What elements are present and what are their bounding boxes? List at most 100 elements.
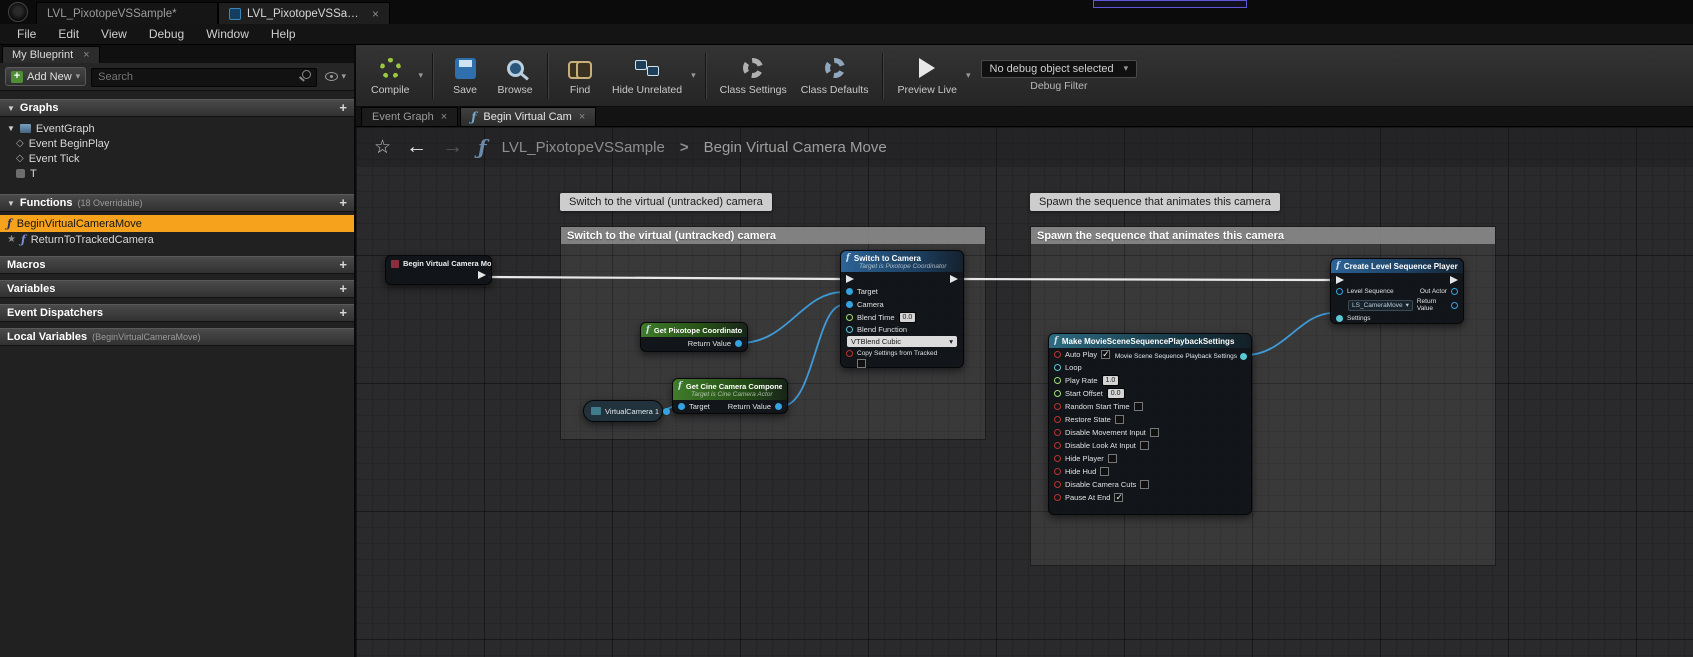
compile-options-caret[interactable]: ▾: [417, 70, 426, 81]
random-start-time-pin[interactable]: [1054, 403, 1061, 410]
add-variable-button[interactable]: +: [339, 284, 347, 294]
blend-time-field[interactable]: 0.0: [899, 312, 917, 323]
search-input[interactable]: [91, 68, 317, 87]
menu-view[interactable]: View: [90, 25, 138, 43]
start-offset-pin[interactable]: [1054, 390, 1061, 397]
target-pin[interactable]: [846, 288, 853, 295]
node-virtual-camera-variable[interactable]: VirtualCamera 1: [583, 400, 663, 422]
node-begin-virtual-camera-move[interactable]: Begin Virtual Camera Move: [385, 255, 492, 285]
compile-button[interactable]: Compile: [364, 48, 417, 104]
blend-function-pin[interactable]: [846, 326, 853, 333]
play-rate-pin[interactable]: [1054, 377, 1061, 384]
graph-canvas[interactable]: ☆ ← → ƒ LVL_PixotopeVSSample > Begin Vir…: [356, 127, 1693, 657]
tab-begin-virtual-camera-move[interactable]: ƒ Begin Virtual Cam ×: [460, 107, 596, 126]
add-new-button[interactable]: + Add New ▾: [5, 67, 86, 86]
class-settings-button[interactable]: Class Settings: [713, 48, 794, 104]
exec-out-pin[interactable]: [950, 275, 958, 283]
window-tab-level[interactable]: LVL_PixotopeVSSample*: [36, 2, 218, 24]
menu-debug[interactable]: Debug: [138, 25, 195, 43]
hide-unrelated-button[interactable]: Hide Unrelated: [605, 48, 689, 104]
settings-pin[interactable]: [1336, 315, 1343, 322]
hide-hud-checkbox[interactable]: [1100, 467, 1109, 476]
exec-in-pin[interactable]: [1336, 276, 1344, 284]
camera-pin[interactable]: [846, 301, 853, 308]
sidebar-item-event-tick[interactable]: ◇ Event Tick: [0, 151, 354, 166]
sidebar-item-event-t[interactable]: T: [0, 166, 354, 181]
comment-box-header[interactable]: Spawn the sequence that animates this ca…: [1031, 227, 1495, 244]
tab-my-blueprint[interactable]: My Blueprint ×: [2, 46, 100, 63]
menu-file[interactable]: File: [6, 25, 47, 43]
debug-object-dropdown[interactable]: No debug object selected ▾: [981, 60, 1138, 78]
window-tab-blueprint[interactable]: LVL_PixotopeVSSample* ×: [218, 2, 390, 24]
level-sequence-pin[interactable]: [1336, 288, 1343, 295]
hide-hud-pin[interactable]: [1054, 468, 1061, 475]
node-switch-to-camera[interactable]: ƒSwitch to Camera Target is Pixotope Coo…: [840, 250, 964, 368]
pause-at-end-checkbox[interactable]: [1114, 493, 1123, 502]
close-icon[interactable]: ×: [83, 49, 89, 61]
loop-pin[interactable]: [1054, 364, 1061, 371]
section-event-dispatchers[interactable]: Event Dispatchers +: [0, 304, 354, 322]
variable-out-pin[interactable]: [663, 408, 670, 415]
node-create-level-sequence-player[interactable]: ƒCreate Level Sequence Player Level Sequ…: [1330, 258, 1464, 324]
comment-bubble-spawn-sequence[interactable]: Spawn the sequence that animates this ca…: [1030, 193, 1280, 211]
class-defaults-button[interactable]: Class Defaults: [794, 48, 876, 104]
section-local-variables[interactable]: Local Variables (BeginVirtualCameraMove): [0, 328, 354, 346]
menu-edit[interactable]: Edit: [47, 25, 90, 43]
section-functions[interactable]: ▼ Functions (18 Overridable) +: [0, 194, 354, 212]
expander-icon[interactable]: ▼: [7, 104, 15, 113]
menu-help[interactable]: Help: [260, 25, 307, 43]
save-button[interactable]: Save: [440, 48, 490, 104]
target-pin[interactable]: [678, 403, 685, 410]
find-button[interactable]: Find: [555, 48, 605, 104]
add-dispatcher-button[interactable]: +: [339, 308, 347, 318]
level-sequence-asset-dropdown[interactable]: LS_CameraMove ▾: [1348, 300, 1413, 311]
comment-box-header[interactable]: Switch to the virtual (untracked) camera: [561, 227, 985, 244]
return-value-pin[interactable]: [1451, 302, 1458, 309]
unreal-logo-icon[interactable]: [8, 2, 28, 22]
menu-window[interactable]: Window: [195, 25, 260, 43]
add-macro-button[interactable]: +: [339, 260, 347, 270]
copy-settings-pin[interactable]: [846, 350, 853, 357]
blend-time-pin[interactable]: [846, 314, 853, 321]
expander-icon[interactable]: ▼: [7, 199, 15, 208]
close-icon[interactable]: ×: [441, 111, 447, 123]
disable-camera-cuts-checkbox[interactable]: [1140, 480, 1149, 489]
disable-movement-input-checkbox[interactable]: [1150, 428, 1159, 437]
restore-state-checkbox[interactable]: [1115, 415, 1124, 424]
sidebar-item-event-beginplay[interactable]: ◇ Event BeginPlay: [0, 136, 354, 151]
return-value-pin[interactable]: [735, 340, 742, 347]
hide-unrelated-caret[interactable]: ▾: [689, 70, 698, 81]
auto-play-pin[interactable]: [1054, 351, 1061, 358]
favorite-star-icon[interactable]: ☆: [374, 136, 391, 159]
section-graphs[interactable]: ▼ Graphs +: [0, 99, 354, 117]
random-start-time-checkbox[interactable]: [1134, 402, 1143, 411]
sidebar-item-returntotrackedcamera[interactable]: ★ ƒ ReturnToTrackedCamera: [0, 232, 354, 247]
forward-arrow-icon[interactable]: →: [442, 135, 463, 159]
add-graph-button[interactable]: +: [339, 103, 347, 113]
preview-live-button[interactable]: Preview Live: [890, 48, 964, 104]
auto-play-checkbox[interactable]: [1101, 350, 1110, 359]
disable-look-at-input-checkbox[interactable]: [1140, 441, 1149, 450]
visibility-filter-button[interactable]: ▾: [322, 71, 349, 82]
play-rate-field[interactable]: 1.0: [1102, 375, 1120, 386]
node-get-cine-camera-component[interactable]: ƒGet Cine Camera Component Target is Cin…: [672, 378, 788, 414]
hide-player-checkbox[interactable]: [1108, 454, 1117, 463]
back-arrow-icon[interactable]: ←: [406, 135, 427, 159]
preview-live-caret[interactable]: ▾: [964, 70, 973, 81]
close-icon[interactable]: ×: [579, 111, 585, 123]
blend-function-dropdown[interactable]: VTBlend Cubic ▾: [847, 336, 957, 347]
pause-at-end-pin[interactable]: [1054, 494, 1061, 501]
out-actor-pin[interactable]: [1451, 288, 1458, 295]
start-offset-field[interactable]: 0.0: [1107, 388, 1125, 399]
restore-state-pin[interactable]: [1054, 416, 1061, 423]
section-variables[interactable]: Variables +: [0, 280, 354, 298]
disable-look-at-input-pin[interactable]: [1054, 442, 1061, 449]
exec-out-pin[interactable]: [478, 271, 486, 279]
browse-button[interactable]: Browse: [490, 48, 540, 104]
expander-icon[interactable]: ▼: [7, 124, 15, 133]
node-make-playback-settings[interactable]: ƒMake MovieSceneSequencePlaybackSettings…: [1048, 333, 1252, 515]
comment-bubble-switch-camera[interactable]: Switch to the virtual (untracked) camera: [560, 193, 772, 211]
sidebar-item-eventgraph[interactable]: ▼ EventGraph: [0, 121, 354, 136]
section-macros[interactable]: Macros +: [0, 256, 354, 274]
add-function-button[interactable]: +: [339, 198, 347, 208]
